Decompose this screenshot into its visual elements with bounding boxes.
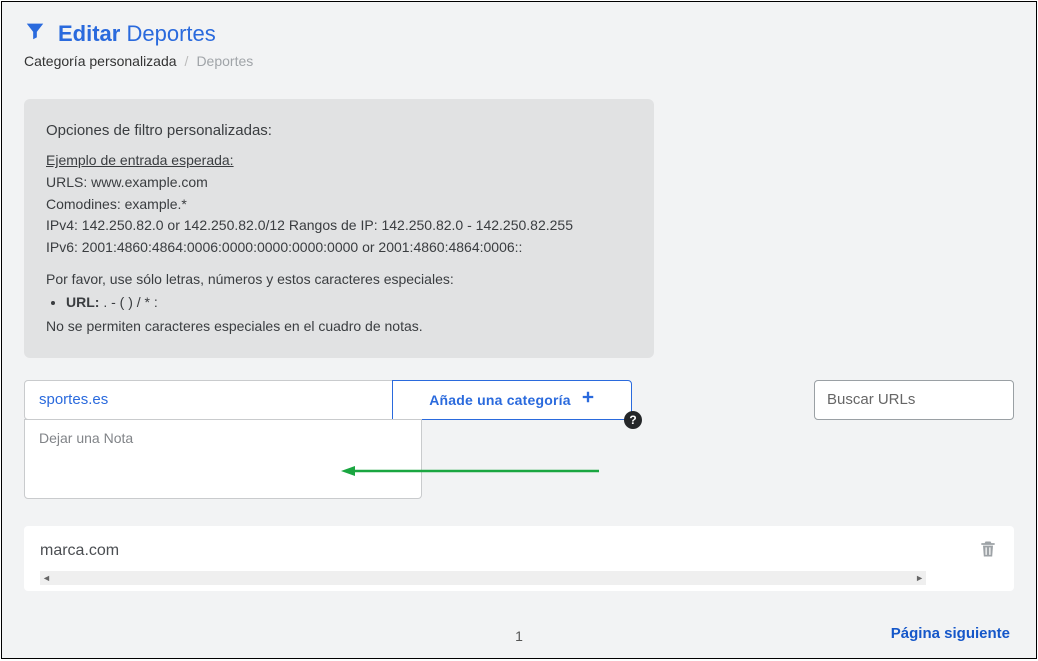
page-title: Editar Deportes: [58, 21, 216, 47]
breadcrumb-current: Deportes: [196, 53, 253, 69]
next-page-link[interactable]: Página siguiente: [891, 625, 1010, 642]
horizontal-scrollbar[interactable]: ◄ ►: [40, 571, 926, 585]
scroll-right-icon[interactable]: ►: [913, 571, 926, 585]
info-wildcards-line: Comodines: example.*: [46, 194, 632, 216]
scroll-left-icon[interactable]: ◄: [40, 571, 53, 585]
url-input[interactable]: [24, 380, 393, 420]
pagination: 1: [2, 628, 1036, 644]
breadcrumb-parent[interactable]: Categoría personalizada: [24, 53, 177, 69]
plus-icon: [581, 390, 595, 409]
list-item: marca.com: [40, 538, 998, 565]
info-urls-line: URLS: www.example.com: [46, 172, 632, 194]
add-category-button[interactable]: Añade una categoría: [392, 380, 632, 420]
info-heading: Opciones de filtro personalizadas:: [46, 119, 632, 142]
url-list: marca.com ◄ ►: [24, 526, 1014, 591]
trash-icon[interactable]: [978, 538, 998, 565]
help-icon[interactable]: ?: [624, 411, 642, 429]
funnel-icon: [24, 20, 46, 47]
info-panel: Opciones de filtro personalizadas: Ejemp…: [24, 99, 654, 358]
page-header: Editar Deportes: [24, 20, 1014, 47]
note-input[interactable]: [24, 419, 422, 499]
info-url-chars-item: URL: . - ( ) / * :: [66, 292, 632, 314]
info-charset-intro: Por favor, use sólo letras, números y es…: [46, 269, 632, 291]
info-ipv4-line: IPv4: 142.250.82.0 or 142.250.82.0/12 Ra…: [46, 215, 632, 237]
add-category-label: Añade una categoría: [429, 392, 571, 408]
url-list-item-text: marca.com: [40, 542, 119, 560]
search-urls-input[interactable]: [814, 380, 1014, 420]
page-number: 1: [515, 628, 523, 644]
breadcrumb: Categoría personalizada / Deportes: [24, 53, 1014, 69]
info-no-special: No se permiten caracteres especiales en …: [46, 316, 632, 338]
breadcrumb-separator: /: [185, 53, 189, 69]
info-ipv6-line: IPv6: 2001:4860:4864:0006:0000:0000:0000…: [46, 237, 632, 259]
info-example-label: Ejemplo de entrada esperada:: [46, 150, 632, 172]
